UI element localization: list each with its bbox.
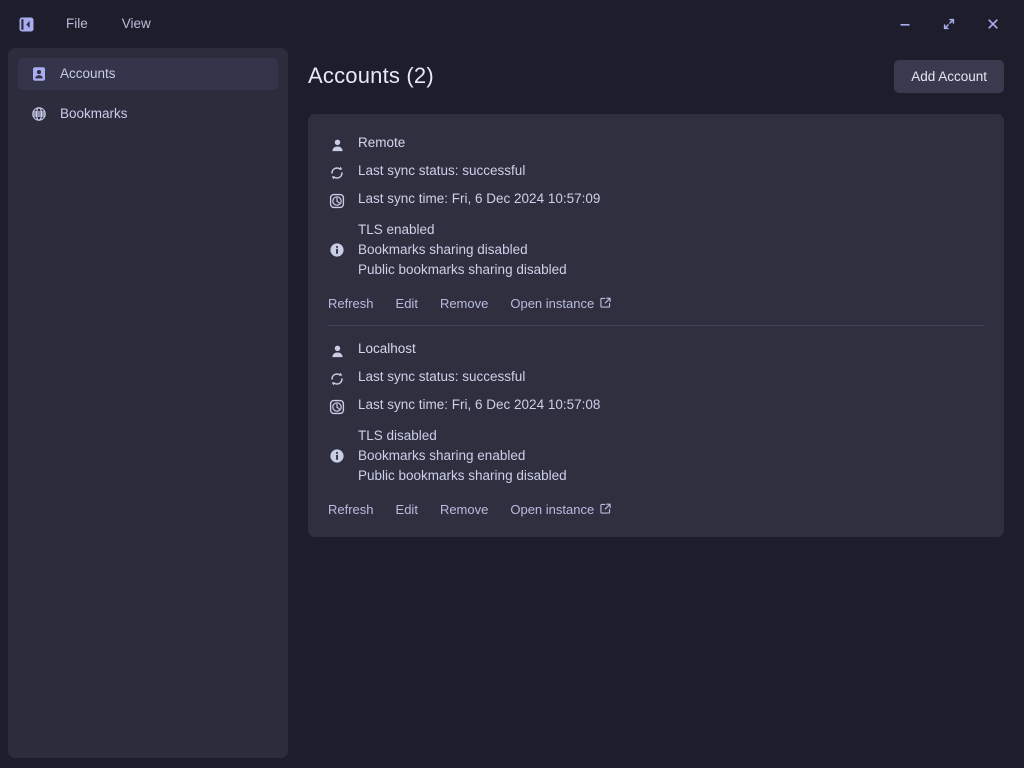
clock-icon [328,191,346,211]
open-instance-label: Open instance [510,502,595,517]
account-sync-status: Last sync status: successful [358,369,526,384]
account-info-row: TLS disabled Bookmarks sharing enabled P… [328,422,984,490]
account-info-line: TLS disabled [358,428,437,443]
refresh-link[interactable]: Refresh [328,502,374,517]
sidebar-item-label: Accounts [60,66,116,82]
person-icon [328,341,346,361]
edit-link[interactable]: Edit [396,296,418,311]
close-icon[interactable] [982,13,1004,35]
account-name-row: Remote [328,132,984,160]
account-info-line: TLS enabled [358,222,435,237]
external-link-icon [600,296,611,311]
account-info-line: Public bookmarks sharing disabled [358,262,567,277]
menu-item-view[interactable]: View [110,11,163,37]
sync-icon [328,163,346,183]
sidebar: Accounts Bookmarks [8,48,288,758]
account-actions: Refresh Edit Remove Open instance [328,284,984,317]
main-content: Accounts (2) Add Account Remote Last syn… [288,48,1024,768]
account-info-row: TLS enabled Bookmarks sharing disabled P… [328,216,984,284]
account-sync-time-row: Last sync time: Fri, 6 Dec 2024 10:57:09 [328,188,984,216]
account-info-lines: TLS disabled Bookmarks sharing enabled P… [358,426,567,486]
info-icon [328,446,346,466]
account-sync-time-row: Last sync time: Fri, 6 Dec 2024 10:57:08 [328,394,984,422]
clock-icon [328,397,346,417]
account-sync-status: Last sync status: successful [358,163,526,178]
sidebar-item-bookmarks[interactable]: Bookmarks [18,98,278,130]
maximize-icon[interactable] [938,13,960,35]
account-info-line: Bookmarks sharing disabled [358,242,528,257]
person-icon [328,135,346,155]
contact-card-icon [30,66,47,83]
account-info-line: Bookmarks sharing enabled [358,448,526,463]
account-info-line: Public bookmarks sharing disabled [358,468,567,483]
app-body: Accounts Bookmarks Accounts (2) Add Acco… [0,48,1024,768]
account-name: Localhost [358,341,416,356]
window-controls [894,13,1010,35]
remove-link[interactable]: Remove [440,502,488,517]
menu-item-file[interactable]: File [54,11,100,37]
accounts-card: Remote Last sync status: successful Last… [308,114,1004,537]
account-name-row: Localhost [328,338,984,366]
remove-link[interactable]: Remove [440,296,488,311]
open-instance-link[interactable]: Open instance [510,502,611,517]
account-sync-status-row: Last sync status: successful [328,160,984,188]
info-icon [328,240,346,260]
sidebar-item-accounts[interactable]: Accounts [18,58,278,90]
collapse-sidebar-icon[interactable] [16,14,36,34]
edit-link[interactable]: Edit [396,502,418,517]
globe-icon [30,106,47,123]
sync-icon [328,369,346,389]
account-info-lines: TLS enabled Bookmarks sharing disabled P… [358,220,567,280]
account-name: Remote [358,135,406,150]
account-sync-time: Last sync time: Fri, 6 Dec 2024 10:57:08 [358,397,601,412]
account-item: Localhost Last sync status: successful L… [328,325,984,531]
open-instance-link[interactable]: Open instance [510,296,611,311]
add-account-button[interactable]: Add Account [894,59,1004,93]
account-item: Remote Last sync status: successful Last… [328,120,984,325]
account-actions: Refresh Edit Remove Open instance [328,490,984,523]
main-header: Accounts (2) Add Account [308,48,1004,98]
page-title: Accounts (2) [308,63,434,88]
account-sync-time: Last sync time: Fri, 6 Dec 2024 10:57:09 [358,191,601,206]
account-sync-status-row: Last sync status: successful [328,366,984,394]
open-instance-label: Open instance [510,296,595,311]
minimize-icon[interactable] [894,13,916,35]
sidebar-item-label: Bookmarks [60,106,128,122]
menu-bar: File View [54,11,163,37]
external-link-icon [600,502,611,517]
refresh-link[interactable]: Refresh [328,296,374,311]
title-bar: File View [0,0,1024,48]
